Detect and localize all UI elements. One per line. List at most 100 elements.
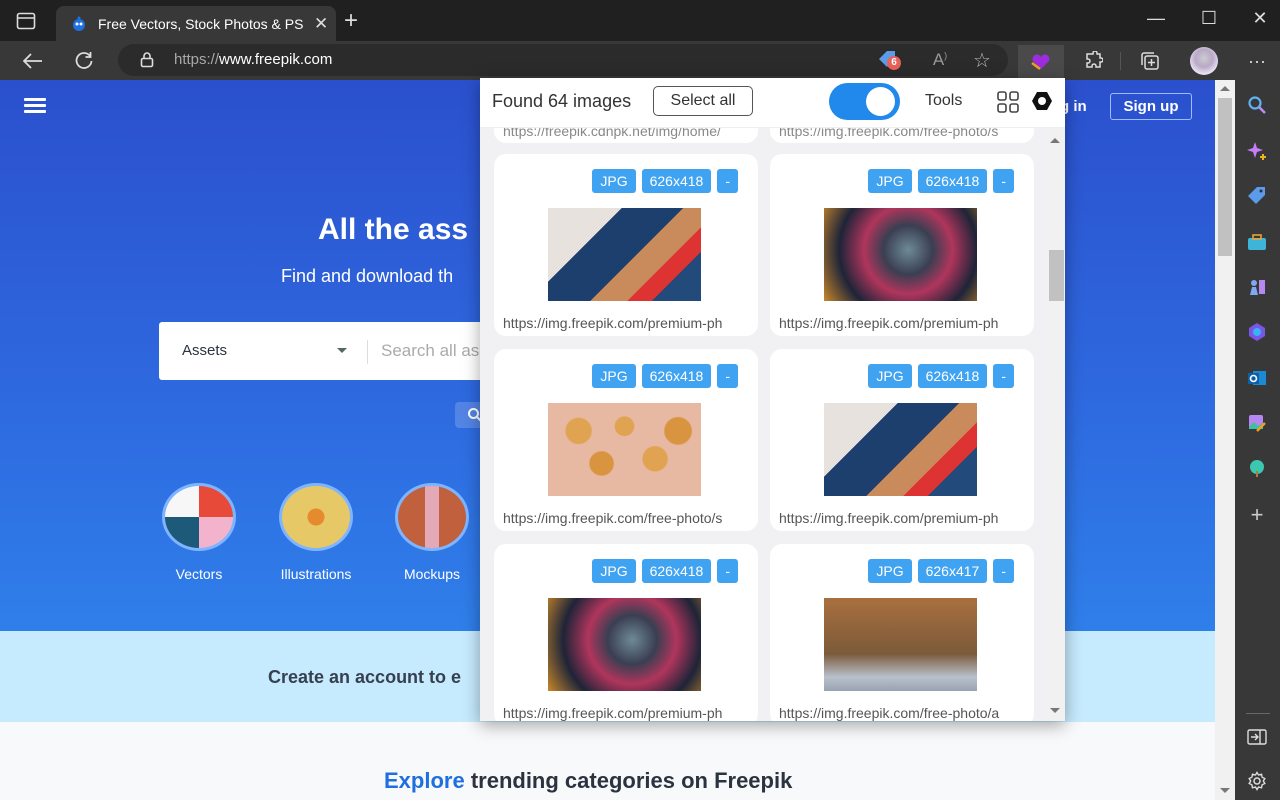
dimensions-badge: 626x418: [641, 169, 712, 193]
popup-scroll-down-icon[interactable]: [1050, 708, 1060, 713]
image-extractor-popup: Found 64 images Select all Tools https:/…: [480, 78, 1065, 721]
chevron-down-icon[interactable]: [337, 348, 347, 353]
signup-button[interactable]: Sign up: [1110, 93, 1192, 120]
url-text[interactable]: https://www.freepik.com: [174, 51, 332, 68]
sidebar-settings-gear-icon[interactable]: [1245, 769, 1269, 793]
explore-heading: Explore trending categories on Freepik: [384, 768, 793, 793]
banner-text: Create an account to e: [268, 667, 462, 687]
image-card[interactable]: JPG 626x418- https://img.freepik.com/prem…: [494, 154, 758, 336]
sidebar-copilot-sparkle-icon[interactable]: [1245, 139, 1269, 163]
sidebar-games-icon[interactable]: [1245, 275, 1269, 299]
image-thumbnail[interactable]: [548, 403, 701, 496]
sidebar-add-icon[interactable]: +: [1245, 502, 1269, 527]
category-label: Vectors: [175, 566, 223, 582]
category-label: Mockups: [403, 566, 461, 582]
sidebar-hide-icon[interactable]: [1245, 725, 1269, 749]
image-url: https://img.freepik.com/premium-ph: [779, 315, 999, 331]
dimensions-badge: 626x418: [917, 364, 988, 388]
image-url: https://img.freepik.com/premium-ph: [779, 510, 999, 526]
select-all-button[interactable]: Select all: [653, 86, 753, 116]
image-card[interactable]: JPG 626x418- https://img.freepik.com/free…: [494, 349, 758, 531]
extensions-icon[interactable]: [1081, 49, 1105, 73]
coupon-count-badge: 6: [887, 56, 901, 70]
collections-icon[interactable]: [1138, 49, 1162, 73]
sidebar-image-editor-icon[interactable]: [1245, 411, 1269, 435]
format-badge: JPG: [592, 169, 636, 193]
sidebar-search-icon[interactable]: [1245, 93, 1269, 117]
sidebar-outlook-icon[interactable]: [1245, 366, 1269, 390]
add-favorite-icon[interactable]: ☆: [970, 48, 994, 72]
minimize-button[interactable]: —: [1136, 8, 1176, 29]
category-illustrations[interactable]: Illustrations: [266, 483, 366, 582]
asset-type-select[interactable]: Assets: [182, 342, 227, 359]
lock-icon[interactable]: [140, 52, 154, 68]
image-thumbnail[interactable]: [824, 208, 977, 301]
image-card[interactable]: JPG 626x418- https://img.freepik.com/prem…: [494, 544, 758, 721]
category-label: Illustrations: [280, 566, 352, 582]
size-badge: -: [717, 169, 738, 193]
image-thumbnail[interactable]: [548, 598, 701, 691]
scroll-down-arrow-icon[interactable]: [1220, 788, 1230, 793]
size-badge: -: [993, 169, 1014, 193]
browser-tab[interactable]: Free Vectors, Stock Photos & PSD ✕: [56, 6, 336, 41]
hero-title: All the ass: [318, 213, 469, 246]
maximize-button[interactable]: ☐: [1189, 8, 1229, 29]
category-vectors[interactable]: Vectors: [149, 483, 249, 582]
found-images-count: Found 64 images: [492, 91, 632, 111]
image-thumbnail[interactable]: [824, 403, 977, 496]
back-icon[interactable]: [21, 49, 45, 73]
title-bar: Free Vectors, Stock Photos & PSD ✕ + — ☐…: [0, 0, 1280, 41]
size-badge: -: [993, 559, 1014, 583]
image-card[interactable]: JPG 626x418- https://img.freepik.com/prem…: [770, 154, 1034, 336]
toggle-switch[interactable]: [829, 83, 900, 120]
settings-hexagon-icon[interactable]: [1031, 90, 1053, 112]
image-extractor-extension-button[interactable]: [1018, 45, 1064, 81]
format-badge: JPG: [592, 364, 636, 388]
edge-sidebar: +: [1235, 80, 1280, 800]
more-menu-icon[interactable]: ···: [1245, 49, 1269, 73]
dimensions-badge: 626x418: [917, 169, 988, 193]
scroll-up-arrow-icon[interactable]: [1220, 86, 1230, 91]
refresh-icon[interactable]: [72, 49, 96, 73]
image-thumbnail[interactable]: [548, 208, 701, 301]
image-url: https://img.freepik.com/premium-ph: [503, 315, 723, 331]
sidebar-tree-icon[interactable]: [1245, 456, 1269, 480]
hero-subtitle: Find and download th: [281, 266, 454, 286]
address-bar[interactable]: https://www.freepik.com A) ☆: [118, 44, 1008, 76]
image-url: https://img.freepik.com/free-photo/a: [779, 705, 1000, 721]
dimensions-badge: 626x417: [917, 559, 988, 583]
dimensions-badge: 626x418: [641, 364, 712, 388]
popup-scroll-up-icon[interactable]: [1050, 138, 1060, 143]
read-aloud-icon[interactable]: A): [928, 48, 952, 72]
popup-scrollbar[interactable]: [1046, 128, 1065, 721]
profile-avatar[interactable]: [1190, 47, 1218, 75]
image-card[interactable]: JPG 626x417- https://img.freepik.com/free…: [770, 544, 1034, 721]
image-grid: https://freepik.cdnpk.net/img/home/ http…: [480, 128, 1046, 721]
toolbar-divider: [1120, 52, 1121, 70]
image-card-partial[interactable]: https://img.freepik.com/free-photo/s: [770, 128, 1034, 143]
image-thumbnail[interactable]: [824, 598, 977, 691]
hamburger-menu-icon[interactable]: [24, 98, 46, 114]
sidebar-shopping-tag-icon[interactable]: [1245, 184, 1269, 208]
format-badge: JPG: [868, 169, 912, 193]
sidebar-microsoft365-icon[interactable]: [1245, 320, 1269, 344]
tab-close-icon[interactable]: ✕: [314, 14, 328, 34]
tab-title: Free Vectors, Stock Photos & PSD: [98, 15, 304, 32]
illustrations-thumbnail: [279, 483, 353, 551]
grid-view-icon[interactable]: [997, 91, 1019, 113]
page-scrollbar[interactable]: [1215, 80, 1235, 800]
format-badge: JPG: [868, 364, 912, 388]
image-card-partial[interactable]: https://freepik.cdnpk.net/img/home/: [494, 128, 758, 143]
page-scroll-thumb[interactable]: [1218, 98, 1232, 256]
size-badge: -: [717, 559, 738, 583]
category-mockups[interactable]: Mockups: [382, 483, 482, 582]
tools-menu[interactable]: Tools: [925, 92, 962, 110]
image-card[interactable]: JPG 626x418- https://img.freepik.com/prem…: [770, 349, 1034, 531]
freepik-favicon-icon: [73, 16, 85, 31]
popup-scroll-thumb[interactable]: [1049, 250, 1064, 301]
popup-header: Found 64 images Select all Tools: [480, 78, 1065, 128]
new-tab-button[interactable]: +: [344, 9, 358, 33]
sidebar-tools-icon[interactable]: [1245, 230, 1269, 254]
close-window-button[interactable]: ✕: [1240, 8, 1280, 29]
tab-actions-icon[interactable]: [16, 12, 38, 32]
